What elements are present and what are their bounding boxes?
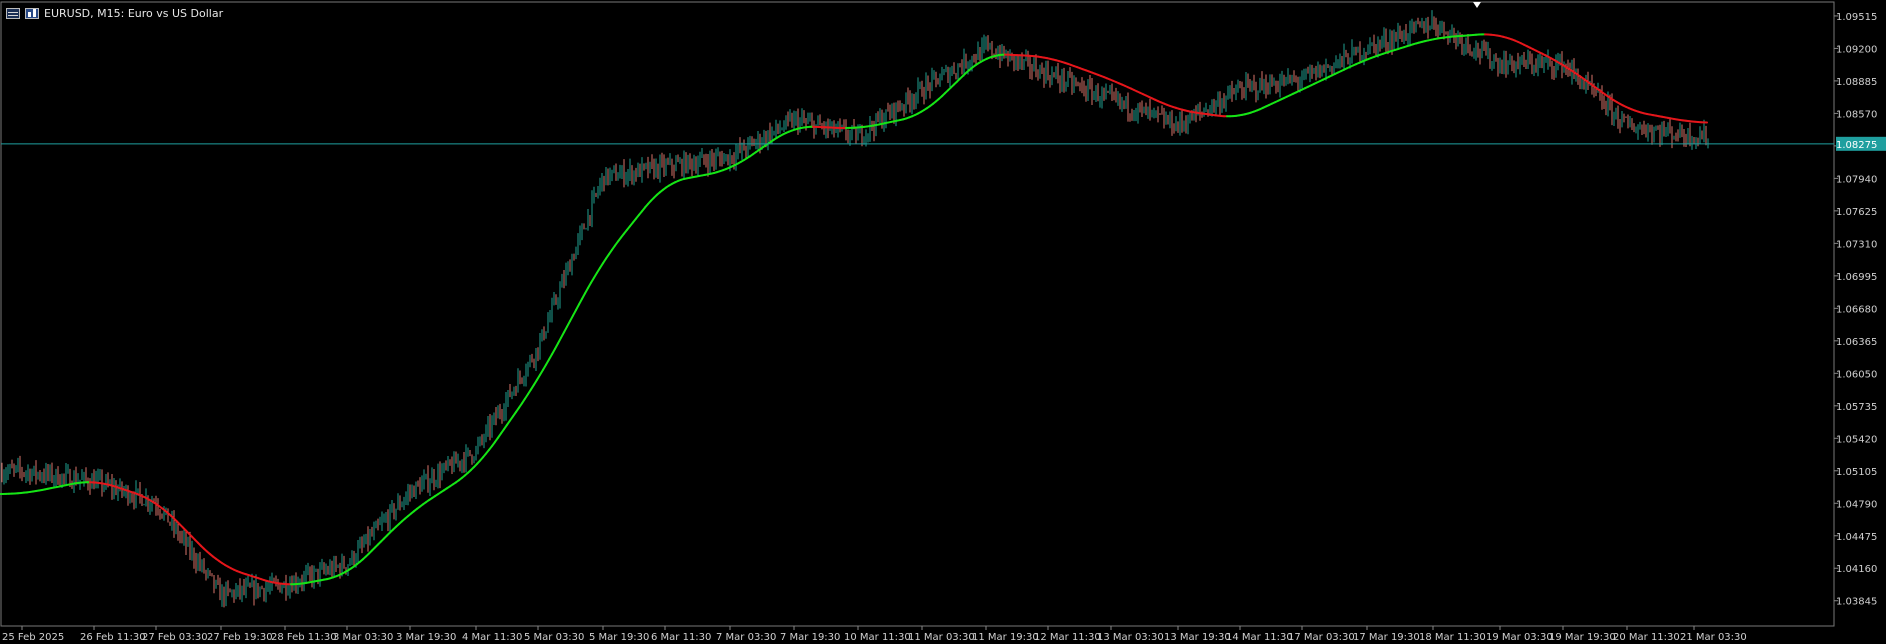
x-tick-label: 5 Mar 03:30: [524, 632, 584, 643]
y-tick-label: 1.07310: [1836, 239, 1877, 250]
x-tick-label: 18 Mar 11:30: [1419, 632, 1486, 643]
x-tick-label: 11 Mar 03:30: [908, 632, 975, 643]
y-tick-label: 1.09200: [1836, 44, 1877, 55]
chart-title: EURUSD, M15: Euro vs US Dollar: [44, 6, 224, 20]
y-tick-label: 1.04160: [1836, 564, 1877, 575]
x-tick-label: 13 Mar 19:30: [1164, 632, 1231, 643]
x-tick-label: 3 Mar 19:30: [396, 632, 456, 643]
y-tick-label: 1.06680: [1836, 304, 1877, 315]
x-tick-label: 5 Mar 19:30: [589, 632, 649, 643]
y-tick-label: 1.06365: [1836, 337, 1877, 348]
y-tick-label: 1.08570: [1836, 109, 1877, 120]
y-tick-label: 1.05735: [1836, 402, 1877, 413]
y-tick-label: 1.07625: [1836, 207, 1877, 218]
y-tick-label: 1.07940: [1836, 174, 1877, 185]
x-tick-label: 17 Mar 19:30: [1353, 632, 1420, 643]
x-tick-label: 7 Mar 19:30: [780, 632, 840, 643]
x-tick-label: 28 Feb 11:30: [271, 632, 337, 643]
y-tick-label: 1.05105: [1836, 467, 1877, 478]
x-tick-label: 14 Mar 11:30: [1226, 632, 1293, 643]
x-tick-label: 20 Mar 11:30: [1613, 632, 1680, 643]
x-tick-label: 25 Feb 2025: [2, 632, 64, 643]
shift-marker-icon[interactable]: [1473, 2, 1481, 8]
x-tick-label: 7 Mar 03:30: [716, 632, 776, 643]
moving-average-line: [0, 33, 1708, 586]
y-axis: 1.095151.092001.088851.085701.082551.079…: [1834, 12, 1877, 608]
x-tick-label: 17 Mar 03:30: [1288, 632, 1355, 643]
x-tick-label: 6 Mar 11:30: [651, 632, 711, 643]
chart-window[interactable]: EURUSD, M15: Euro vs US Dollar 1.09515 1.…: [0, 0, 1886, 644]
x-axis: 25 Feb 2025 26 Feb 11:3027 Feb 03:30 27 Fe…: [2, 626, 1747, 643]
current-price-label: 1.08275: [1836, 140, 1877, 151]
candles: [1, 10, 1709, 608]
x-tick-label: 27 Feb 03:30: [142, 632, 208, 643]
x-tick-label: 21 Mar 03:30: [1680, 632, 1747, 643]
y-tick-label: 1.03845: [1836, 597, 1877, 608]
y-tick-label: 1.06995: [1836, 272, 1877, 283]
candlestick-chart-icon[interactable]: [25, 7, 39, 19]
chart-title-bar: EURUSD, M15: Euro vs US Dollar: [6, 5, 223, 21]
y-tick-label: 1.05420: [1836, 434, 1877, 445]
price-chart[interactable]: 1.095151.092001.088851.085701.082551.079…: [0, 0, 1886, 644]
x-tick-label: 12 Mar 11:30: [1034, 632, 1101, 643]
x-tick-label: 4 Mar 11:30: [462, 632, 522, 643]
x-tick-label: 10 Mar 11:30: [844, 632, 911, 643]
x-tick-label: 19 Mar 03:30: [1486, 632, 1553, 643]
x-tick-label: 26 Feb 11:30: [80, 632, 146, 643]
y-tick-label: 1.09515: [1836, 12, 1877, 23]
y-tick-label: 1.04475: [1836, 532, 1877, 543]
x-tick-label: 13 Mar 03:30: [1097, 632, 1164, 643]
y-tick-label: 1.04790: [1836, 499, 1877, 510]
x-tick-label: 3 Mar 03:30: [333, 632, 393, 643]
y-tick-label: 1.06050: [1836, 369, 1877, 380]
x-tick-label: 11 Mar 19:30: [972, 632, 1039, 643]
x-tick-label: 27 Feb 19:30: [207, 632, 273, 643]
x-tick-label: 19 Mar 19:30: [1549, 632, 1616, 643]
grid-menu-icon[interactable]: [6, 7, 20, 19]
y-tick-label: 1.08885: [1836, 77, 1877, 88]
